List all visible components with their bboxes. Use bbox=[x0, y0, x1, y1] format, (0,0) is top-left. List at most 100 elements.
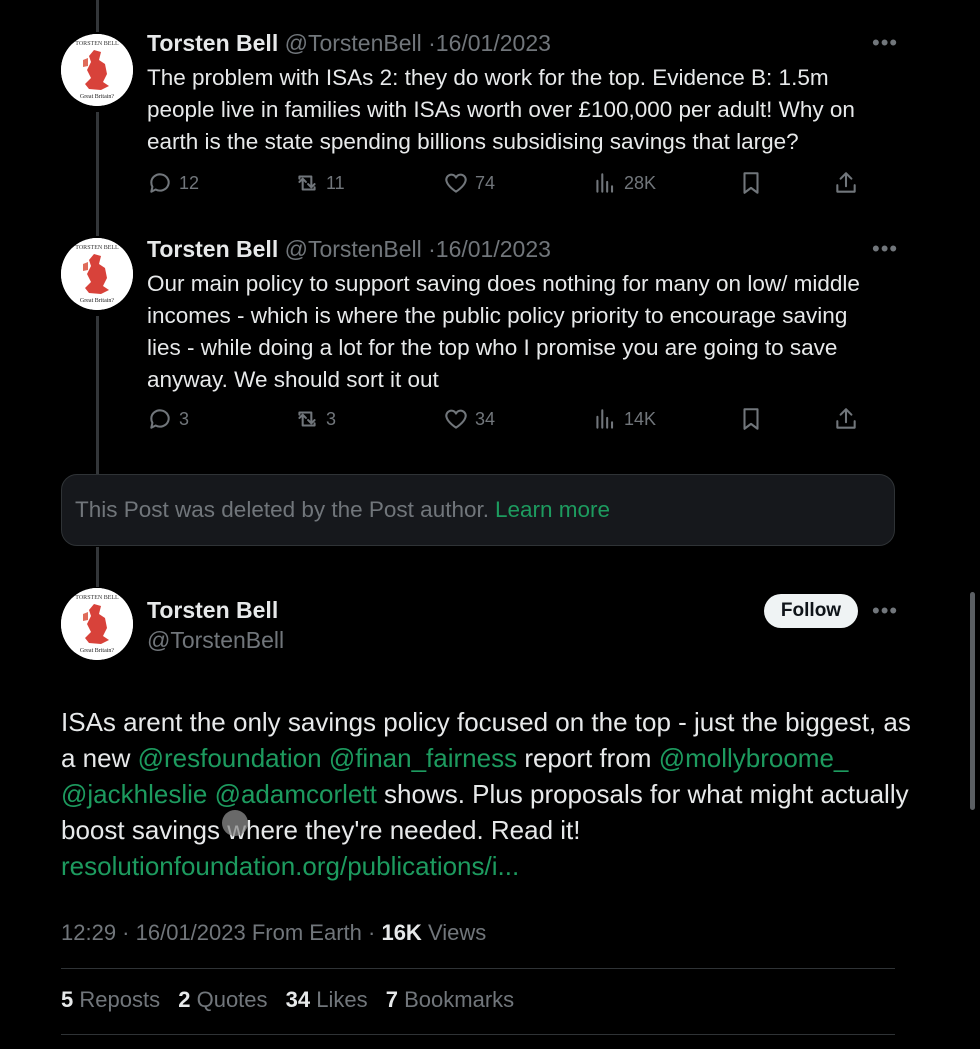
views-icon bbox=[596, 409, 614, 429]
more-icon[interactable]: ••• bbox=[872, 30, 898, 56]
author-handle[interactable]: @TorstenBell bbox=[285, 30, 422, 56]
quotes-label: Quotes bbox=[196, 987, 268, 1012]
views-label: Views bbox=[427, 920, 487, 945]
mention-link[interactable]: @mollybroome_ bbox=[659, 743, 849, 773]
reposts-count: 5 bbox=[61, 987, 74, 1012]
repost-count: 3 bbox=[326, 408, 337, 429]
repost-button[interactable]: 3 bbox=[294, 406, 336, 432]
bookmarks-count: 7 bbox=[385, 987, 398, 1012]
bookmarks-label: Bookmarks bbox=[404, 987, 515, 1012]
article-link[interactable]: resolutionfoundation.org/publications/i.… bbox=[61, 851, 519, 881]
tweet-header: Torsten Bell @TorstenBell ·16/01/2023 bbox=[147, 30, 551, 57]
tweet-text: Our main policy to support saving does n… bbox=[147, 271, 860, 392]
reply-count: 3 bbox=[179, 408, 190, 429]
touch-cursor bbox=[222, 810, 248, 836]
thread-line bbox=[96, 0, 99, 32]
avatar-image: TORSTEN BELL Great Britain? bbox=[61, 34, 133, 106]
svg-text:Great Britain?: Great Britain? bbox=[80, 94, 114, 100]
mention-link[interactable]: @finan_fairness bbox=[329, 743, 517, 773]
bookmark-icon bbox=[743, 408, 759, 430]
like-count: 74 bbox=[475, 172, 496, 193]
avatar-image: TORSTEN BELL Great Britain? bbox=[61, 238, 133, 310]
reposts-label: Reposts bbox=[79, 987, 161, 1012]
views-icon bbox=[596, 173, 614, 193]
views-button[interactable]: 14K bbox=[592, 406, 656, 432]
tweet[interactable]: TORSTEN BELL Great Britain? Torsten Bell… bbox=[0, 30, 980, 210]
more-icon[interactable]: ••• bbox=[872, 236, 898, 262]
thread-line bbox=[96, 547, 99, 587]
svg-text:Great Britain?: Great Britain? bbox=[80, 648, 114, 654]
tweet-source: From Earth bbox=[251, 920, 362, 945]
reply-icon bbox=[150, 173, 170, 193]
bookmark-button[interactable] bbox=[738, 406, 764, 432]
learn-more-link[interactable]: Learn more bbox=[495, 497, 610, 523]
quotes-stat[interactable]: 2 Quotes bbox=[178, 987, 267, 1012]
tweet-date[interactable]: 16/01/2023 bbox=[136, 920, 246, 945]
repost-icon bbox=[298, 175, 316, 191]
views-button[interactable]: 28K bbox=[592, 170, 656, 196]
author-name[interactable]: Torsten Bell bbox=[147, 597, 278, 624]
tweet-date[interactable]: 16/01/2023 bbox=[436, 30, 551, 56]
likes-stat[interactable]: 34 Likes bbox=[286, 987, 368, 1012]
tweet-date[interactable]: 16/01/2023 bbox=[436, 236, 551, 262]
tweet-header: Torsten Bell @TorstenBell ·16/01/2023 bbox=[147, 236, 551, 263]
mention-link[interactable]: @adamcorlett bbox=[215, 779, 377, 809]
tweet-actions: 3 3 34 14K bbox=[0, 406, 980, 436]
like-count: 34 bbox=[475, 408, 496, 429]
reply-icon bbox=[150, 409, 170, 429]
repost-count: 11 bbox=[326, 172, 345, 193]
svg-text:Great Britain?: Great Britain? bbox=[80, 298, 114, 304]
avatar[interactable]: TORSTEN BELL Great Britain? bbox=[61, 238, 133, 310]
share-icon bbox=[836, 172, 856, 193]
reposts-stat[interactable]: 5 Reposts bbox=[61, 987, 160, 1012]
reply-button[interactable]: 12 bbox=[147, 170, 199, 196]
tweet-actions: 12 11 74 28K bbox=[0, 170, 980, 200]
share-button[interactable] bbox=[833, 170, 859, 196]
avatar[interactable]: TORSTEN BELL Great Britain? bbox=[61, 34, 133, 106]
tweet-meta: 12:29 · 16/01/2023 From Earth · 16K View… bbox=[61, 920, 487, 945]
tweet[interactable]: TORSTEN BELL Great Britain? Torsten Bell… bbox=[0, 236, 980, 456]
svg-text:TORSTEN BELL: TORSTEN BELL bbox=[75, 41, 119, 47]
author-handle[interactable]: @TorstenBell bbox=[285, 236, 422, 262]
author-handle[interactable]: @TorstenBell bbox=[147, 627, 284, 654]
main-tweet-text: ISAs arent the only savings policy focus… bbox=[61, 704, 911, 884]
views-count: 14K bbox=[624, 408, 657, 429]
like-button[interactable]: 34 bbox=[443, 406, 495, 432]
bookmark-button[interactable] bbox=[738, 170, 764, 196]
reply-button[interactable]: 3 bbox=[147, 406, 189, 432]
like-button[interactable]: 74 bbox=[443, 170, 495, 196]
likes-label: Likes bbox=[316, 987, 368, 1012]
repost-button[interactable]: 11 bbox=[294, 170, 345, 196]
svg-text:TORSTEN BELL: TORSTEN BELL bbox=[75, 245, 119, 251]
deleted-post-text: This Post was deleted by the Post author… bbox=[75, 497, 489, 522]
like-icon bbox=[445, 409, 467, 429]
mention-link[interactable]: @jackhleslie bbox=[61, 779, 207, 809]
mention-link[interactable]: @resfoundation bbox=[138, 743, 322, 773]
tweet-text: The problem with ISAs 2: they do work fo… bbox=[147, 65, 855, 154]
bookmarks-stat[interactable]: 7 Bookmarks bbox=[386, 987, 514, 1012]
date-separator: · bbox=[428, 236, 436, 262]
reply-count: 12 bbox=[179, 172, 200, 193]
views-count: 16K bbox=[381, 920, 422, 945]
date-separator: · bbox=[428, 30, 436, 56]
share-button[interactable] bbox=[833, 406, 859, 432]
scrollbar[interactable] bbox=[970, 592, 975, 810]
likes-count: 34 bbox=[285, 987, 311, 1012]
divider bbox=[61, 968, 895, 969]
svg-text:TORSTEN BELL: TORSTEN BELL bbox=[75, 595, 119, 601]
author-name[interactable]: Torsten Bell bbox=[147, 30, 278, 56]
follow-button[interactable]: Follow bbox=[764, 594, 858, 628]
like-icon bbox=[445, 173, 467, 193]
avatar-image: TORSTEN BELL Great Britain? bbox=[61, 588, 133, 660]
bookmark-icon bbox=[743, 172, 759, 194]
tweet-time[interactable]: 12:29 bbox=[61, 920, 116, 945]
author-name[interactable]: Torsten Bell bbox=[147, 236, 278, 262]
views-count: 28K bbox=[624, 172, 657, 193]
engagement-stats: 5 Reposts 2 Quotes 34 Likes 7 Bookmarks bbox=[61, 987, 526, 1013]
divider bbox=[61, 1034, 895, 1035]
more-icon[interactable]: ••• bbox=[872, 598, 898, 624]
quotes-count: 2 bbox=[178, 987, 191, 1012]
deleted-post-notice: This Post was deleted by the Post author… bbox=[61, 474, 895, 546]
avatar[interactable]: TORSTEN BELL Great Britain? bbox=[61, 588, 133, 660]
tweet-text-part: report from bbox=[517, 743, 659, 773]
